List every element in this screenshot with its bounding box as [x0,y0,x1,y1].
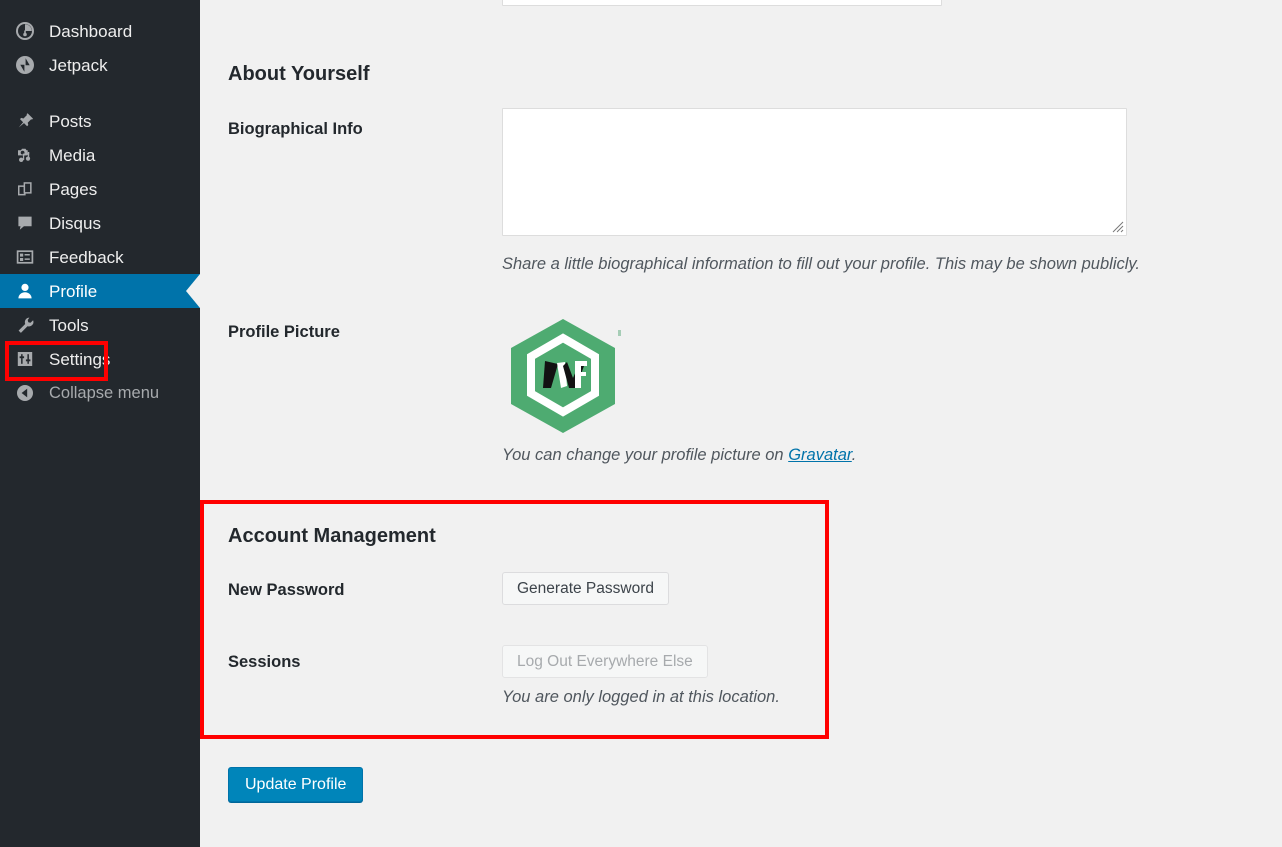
wordpress-admin-screen: Dashboard Jetpack Posts Media Pages Disq… [0,0,1282,847]
generate-password-button[interactable]: Generate Password [502,572,669,605]
biographical-info-description: Share a little biographical information … [502,255,1141,273]
clipped-text-input[interactable] [502,0,942,6]
sidebar-item-label: Posts [49,111,92,131]
sidebar-item-tools[interactable]: Tools [0,308,200,342]
gravatar-text-suffix: . [851,446,857,464]
collapse-left-icon [10,382,40,404]
sidebar-item-label: Jetpack [49,55,108,75]
sidebar-item-label: Profile [49,281,98,301]
biographical-info-textarea[interactable] [502,108,1127,236]
avatar-artifact-dot [618,330,621,336]
sidebar-item-dashboard[interactable]: Dashboard [0,14,200,48]
sessions-note: You are only logged in at this location. [502,688,780,706]
sidebar-item-pages[interactable]: Pages [0,172,200,206]
sidebar-item-label: Disqus [49,213,101,233]
sidebar-item-posts[interactable]: Posts [0,104,200,138]
gravatar-text-prefix: You can change your profile picture on [502,446,789,464]
profile-picture-description: You can change your profile picture on G… [502,446,856,465]
feedback-icon [10,246,40,268]
sidebar-item-label: Tools [49,315,89,335]
sidebar-item-settings[interactable]: Settings [0,342,200,376]
dashboard-icon [10,20,40,42]
biographical-info-label: Biographical Info [228,120,363,138]
log-out-everywhere-else-button[interactable]: Log Out Everywhere Else [502,645,708,678]
sliders-icon [10,348,40,370]
sidebar-item-feedback[interactable]: Feedback [0,240,200,274]
pin-icon [10,110,40,132]
media-icon [10,144,40,166]
profile-form: About Yourself Biographical Info Share a… [200,0,1282,847]
comment-icon [10,212,40,234]
about-yourself-heading: About Yourself [228,62,370,85]
sidebar-item-disqus[interactable]: Disqus [0,206,200,240]
sidebar-item-label: Media [49,145,96,165]
sidebar-item-label: Settings [49,349,111,369]
resize-grip-icon[interactable] [1110,219,1124,233]
admin-sidebar: Dashboard Jetpack Posts Media Pages Disq… [0,0,200,847]
update-profile-button[interactable]: Update Profile [228,767,364,802]
pages-icon [10,178,40,200]
gravatar-link[interactable]: Gravatar [788,446,852,464]
wrench-icon [10,314,40,336]
sidebar-item-collapse-menu[interactable]: Collapse menu [0,376,200,410]
sidebar-item-label: Pages [49,179,98,199]
active-menu-arrow [186,274,200,308]
new-password-label: New Password [228,581,345,599]
sidebar-item-profile[interactable]: Profile [0,274,200,308]
user-icon [10,280,40,302]
wordpress-hexagon-avatar [511,319,615,433]
sidebar-item-media[interactable]: Media [0,138,200,172]
sidebar-item-label: Dashboard [49,21,133,41]
jetpack-icon [10,54,40,76]
profile-picture-label: Profile Picture [228,323,340,341]
sessions-label: Sessions [228,653,301,671]
sidebar-item-label: Feedback [49,247,124,267]
sidebar-item-jetpack[interactable]: Jetpack [0,48,200,82]
account-management-heading: Account Management [228,524,436,547]
sidebar-item-label: Collapse menu [49,383,160,402]
